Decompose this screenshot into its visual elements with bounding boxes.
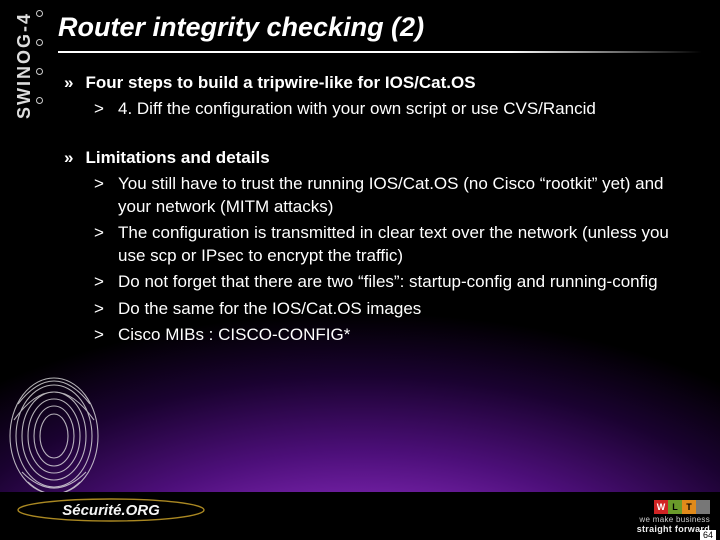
bullet-item: > Do the same for the IOS/Cat.OS images (94, 298, 694, 320)
bullet-marker-l2: > (94, 298, 108, 320)
event-label: SWINOG-4 (14, 12, 35, 119)
bullet-heading: » Four steps to build a tripwire-like fo… (64, 72, 694, 94)
bullet-marker-l2: > (94, 271, 108, 293)
tagline-small: we make business (637, 515, 710, 524)
section-2: » Limitations and details > You still ha… (64, 147, 694, 347)
bullet-item: > Do not forget that there are two “file… (94, 271, 694, 293)
bullet-item-text: Do not forget that there are two “files”… (118, 271, 694, 293)
bullet-item: > The configuration is transmitted in cl… (94, 222, 694, 267)
bullet-item: > Cisco MIBs : CISCO-CONFIG* (94, 324, 694, 346)
footer-logo-text: Sécurité.ORG (62, 502, 160, 519)
badge-square-blank (696, 500, 710, 514)
bullet-marker-l2: > (94, 222, 108, 267)
badge-square-w: W (654, 500, 668, 514)
badge-square-l: L (668, 500, 682, 514)
bullet-item-text: 4. Diff the configuration with your own … (118, 98, 694, 120)
bullet-heading-text: Limitations and details (85, 147, 269, 169)
bullet-item-text: You still have to trust the running IOS/… (118, 173, 694, 218)
section-1: » Four steps to build a tripwire-like fo… (64, 72, 694, 121)
slide-content: » Four steps to build a tripwire-like fo… (64, 72, 694, 372)
bullet-marker-l2: > (94, 98, 108, 120)
bullet-marker-l2: > (94, 173, 108, 218)
bullet-marker-l1: » (64, 147, 73, 169)
fingerprint-icon (0, 354, 114, 504)
footer-badge: W L T we make business straight forward (637, 500, 710, 534)
bullet-marker-l2: > (94, 324, 108, 346)
badge-square-t: T (682, 500, 696, 514)
bullet-heading-text: Four steps to build a tripwire-like for … (85, 72, 475, 94)
bullet-heading: » Limitations and details (64, 147, 694, 169)
title-area: Router integrity checking (2) (58, 12, 702, 53)
badge-squares: W L T (637, 500, 710, 514)
page-number: 64 (700, 530, 716, 540)
bullet-item-text: The configuration is transmitted in clea… (118, 222, 694, 267)
bullet-item: > You still have to trust the running IO… (94, 173, 694, 218)
title-underline (58, 51, 702, 53)
bullet-item: > 4. Diff the configuration with your ow… (94, 98, 694, 120)
decorative-dots (36, 10, 43, 104)
footer-logo: Sécurité.ORG (16, 498, 206, 522)
bullet-marker-l1: » (64, 72, 73, 94)
slide-title: Router integrity checking (2) (58, 12, 702, 49)
bullet-item-text: Cisco MIBs : CISCO-CONFIG* (118, 324, 694, 346)
bullet-item-text: Do the same for the IOS/Cat.OS images (118, 298, 694, 320)
footer-bar: Sécurité.ORG W L T we make business stra… (0, 492, 720, 540)
